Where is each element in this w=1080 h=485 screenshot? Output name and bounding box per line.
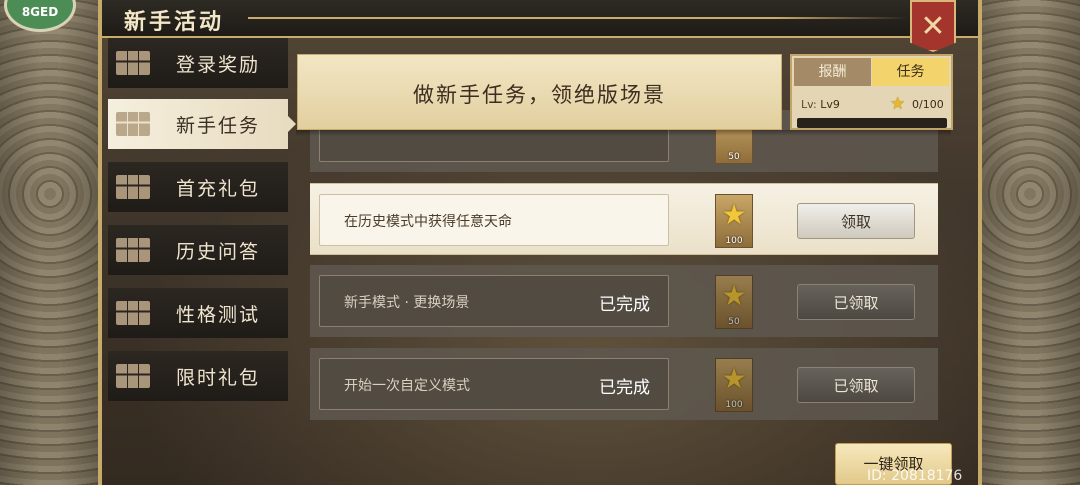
title-divider <box>248 17 908 19</box>
menu-grid-icon <box>116 51 150 75</box>
progress-bar <box>797 118 947 128</box>
task-status: 已完成 <box>599 295 650 315</box>
claimed-button[interactable]: 已领取 <box>797 367 915 403</box>
level-label: Lv: <box>801 98 817 111</box>
sidebar-item-first-recharge[interactable]: 首充礼包 <box>108 162 288 212</box>
menu-grid-icon <box>116 301 150 325</box>
reward-amount: 50 <box>728 317 740 327</box>
task-row: 在历史模式中获得任意天命 ★ 100 领取 <box>310 183 938 255</box>
close-button[interactable]: ✕ <box>910 0 956 52</box>
task-box: 在历史模式中获得任意天命 <box>319 194 669 246</box>
close-icon: ✕ <box>920 8 946 44</box>
sidebar-item-label: 性格测试 <box>176 304 261 326</box>
reward-amount: 100 <box>725 400 743 410</box>
star-icon: ★ <box>890 94 906 114</box>
top-bar <box>102 0 978 38</box>
level-display: Lv: Lv9 <box>801 98 840 111</box>
page-title: 新手活动 <box>124 9 225 35</box>
sidebar-item-history-quiz[interactable]: 历史问答 <box>108 225 288 275</box>
tab-task[interactable]: 任务 <box>872 58 949 86</box>
task-row: 新手模式 · 更换场景 已完成 ★ 50 已领取 <box>310 265 938 337</box>
reward-amount: 50 <box>728 152 740 162</box>
task-name: 开始一次自定义模式 <box>344 378 470 394</box>
event-banner: 做新手任务，领绝版场景 <box>297 54 782 130</box>
sidebar-item-newbie-tasks[interactable]: 新手任务 <box>108 99 296 149</box>
reward-item[interactable]: ★ 100 <box>715 358 753 412</box>
right-dragon-panel <box>980 0 1080 485</box>
task-name: 新手模式 · 更换场景 <box>344 295 470 311</box>
task-name: 在历史模式中获得任意天命 <box>344 214 512 230</box>
star-icon: ★ <box>721 198 747 231</box>
left-dragon-panel <box>0 0 100 485</box>
sidebar-item-label: 历史问答 <box>176 241 261 263</box>
menu-grid-icon <box>116 175 150 199</box>
claim-button[interactable]: 领取 <box>797 203 915 239</box>
reward-item[interactable]: ★ 100 <box>715 194 753 248</box>
star-icon: ★ <box>721 279 747 312</box>
star-icon: ★ <box>721 362 747 395</box>
sidebar-item-label: 新手任务 <box>176 115 261 137</box>
banner-text: 做新手任务，领绝版场景 <box>413 83 666 107</box>
task-box: 新手模式 · 更换场景 已完成 <box>319 275 669 327</box>
reward-item[interactable]: ★ 50 <box>715 275 753 329</box>
task-box: 开始一次自定义模式 已完成 <box>319 358 669 410</box>
sidebar-item-label: 首充礼包 <box>176 178 261 200</box>
sidebar-item-label: 登录奖励 <box>176 54 261 76</box>
user-id: ID: 20818176 <box>867 468 963 484</box>
sidebar-item-login-reward[interactable]: 登录奖励 <box>108 38 288 88</box>
sidebar-item-limited-gift[interactable]: 限时礼包 <box>108 351 288 401</box>
menu-grid-icon <box>116 238 150 262</box>
level-value: Lv9 <box>820 98 840 111</box>
sidebar-item-label: 限时礼包 <box>176 367 261 389</box>
task-status: 已完成 <box>599 378 650 398</box>
claimed-button[interactable]: 已领取 <box>797 284 915 320</box>
reward-amount: 100 <box>725 236 743 246</box>
menu-grid-icon <box>116 112 150 136</box>
sidebar-item-personality-test[interactable]: 性格测试 <box>108 288 288 338</box>
tab-reward[interactable]: 报酬 <box>794 58 871 86</box>
menu-grid-icon <box>116 364 150 388</box>
list-top-shadow <box>296 130 951 136</box>
task-row: 开始一次自定义模式 已完成 ★ 100 已领取 <box>310 348 938 420</box>
progress-text: 0/100 <box>912 98 944 111</box>
reward-task-panel: 报酬 任务 Lv: Lv9 ★ 0/100 <box>790 54 953 130</box>
